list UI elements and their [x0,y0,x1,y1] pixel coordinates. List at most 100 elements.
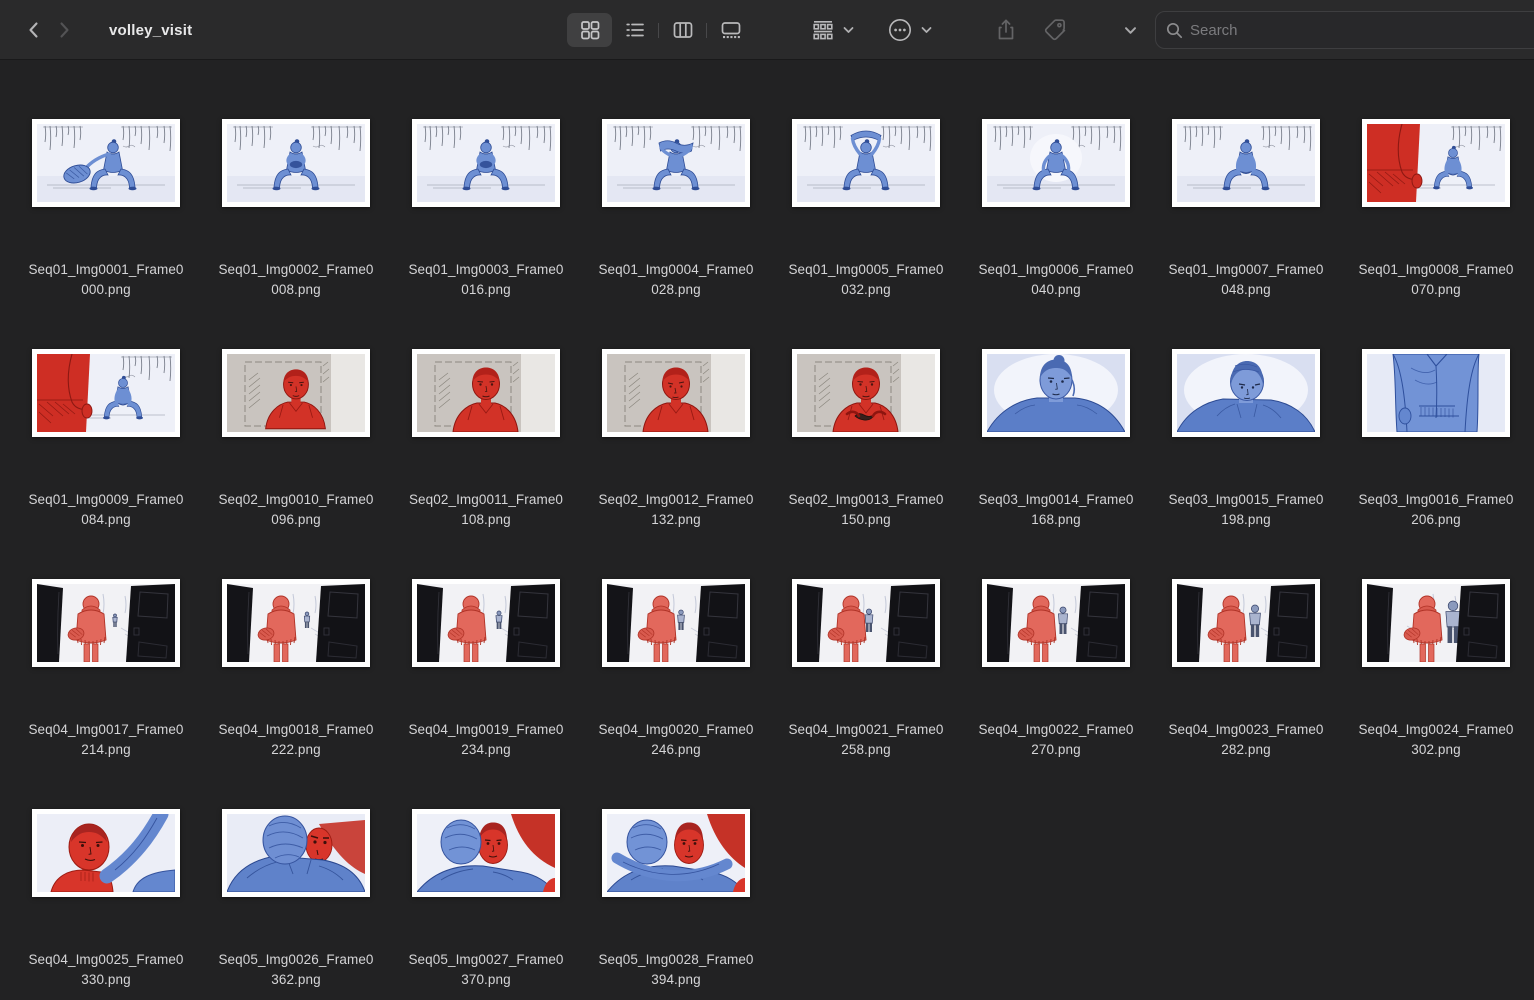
file-item[interactable]: Seq01_Img0007_Frame0048.png [1151,60,1341,290]
file-thumbnail[interactable] [792,579,940,667]
file-item[interactable]: Seq04_Img0022_Frame0270.png [961,520,1151,750]
list-view-icon [624,19,646,41]
file-item[interactable]: Seq01_Img0004_Frame0028.png [581,60,771,290]
group-by-button[interactable] [810,17,854,43]
file-thumbnail[interactable] [32,349,180,437]
view-mode-list-button[interactable] [612,13,657,47]
file-item[interactable]: Seq04_Img0023_Frame0282.png [1151,520,1341,750]
file-name[interactable]: Seq05_Img0026_Frame0362.png [218,950,373,990]
file-thumbnail[interactable] [982,119,1130,207]
tag-button[interactable] [1040,13,1070,47]
thumbnail-art [417,814,555,892]
thumbnail-art [1367,124,1505,202]
file-name[interactable]: Seq04_Img0024_Frame0302.png [1358,720,1513,760]
file-item[interactable]: Seq03_Img0014_Frame0168.png [961,290,1151,520]
tag-icon [1042,17,1068,43]
chevron-right-icon [54,20,74,40]
thumbnail-art [227,814,365,892]
file-thumbnail[interactable] [1172,579,1320,667]
chevron-left-icon [24,20,44,40]
file-item[interactable]: Seq05_Img0028_Frame0394.png [581,750,771,980]
toolbar-overflow-button[interactable] [1119,13,1141,47]
file-item[interactable]: Seq05_Img0027_Frame0370.png [391,750,581,980]
search-input[interactable] [1190,22,1534,39]
file-thumbnail[interactable] [982,579,1130,667]
file-item[interactable]: Seq01_Img0005_Frame0032.png [771,60,961,290]
folder-contents: Seq01_Img0001_Frame0000.png Seq01_Img000… [0,60,1534,1000]
file-item[interactable]: Seq01_Img0003_Frame0016.png [391,60,581,290]
file-item[interactable]: Seq02_Img0010_Frame0096.png [201,290,391,520]
chevron-down-icon [1124,26,1137,35]
segment-separator [706,23,707,38]
file-thumbnail[interactable] [222,809,370,897]
file-item[interactable]: Seq01_Img0002_Frame0008.png [201,60,391,290]
thumbnail-art [37,584,175,662]
file-item[interactable]: Seq01_Img0009_Frame0084.png [11,290,201,520]
thumbnail-art [607,124,745,202]
file-thumbnail[interactable] [792,119,940,207]
toolbar: volley_visit [0,0,1534,60]
file-item[interactable]: Seq05_Img0026_Frame0362.png [201,750,391,980]
file-item[interactable]: Seq04_Img0020_Frame0246.png [581,520,771,750]
view-mode-columns-button[interactable] [660,13,705,47]
file-thumbnail[interactable] [412,579,560,667]
file-item[interactable]: Seq02_Img0013_Frame0150.png [771,290,961,520]
file-name[interactable]: Seq04_Img0025_Frame0330.png [28,950,183,990]
file-thumbnail[interactable] [982,349,1130,437]
file-item[interactable]: Seq03_Img0015_Frame0198.png [1151,290,1341,520]
file-thumbnail[interactable] [32,809,180,897]
file-thumbnail[interactable] [792,349,940,437]
file-name[interactable]: Seq04_Img0022_Frame0270.png [978,720,1133,760]
file-thumbnail[interactable] [602,119,750,207]
file-thumbnail[interactable] [1362,119,1510,207]
file-item[interactable]: Seq01_Img0001_Frame0000.png [11,60,201,290]
file-thumbnail[interactable] [1172,349,1320,437]
forward-button[interactable] [49,13,79,47]
file-thumbnail[interactable] [1172,119,1320,207]
thumbnail-art [1177,584,1315,662]
view-mode-gallery-button[interactable] [708,13,753,47]
file-thumbnail[interactable] [1362,349,1510,437]
file-item[interactable]: Seq04_Img0021_Frame0258.png [771,520,961,750]
file-item[interactable]: Seq04_Img0017_Frame0214.png [11,520,201,750]
thumbnail-art [37,814,175,892]
file-item[interactable]: Seq04_Img0024_Frame0302.png [1341,520,1531,750]
back-button[interactable] [19,13,49,47]
thumbnail-art [607,584,745,662]
file-name[interactable]: Seq05_Img0028_Frame0394.png [598,950,753,990]
file-item[interactable]: Seq02_Img0012_Frame0132.png [581,290,771,520]
file-thumbnail[interactable] [222,119,370,207]
file-thumbnail[interactable] [32,119,180,207]
file-thumbnail[interactable] [412,119,560,207]
ellipsis-circle-icon [886,16,914,44]
file-item[interactable]: Seq04_Img0018_Frame0222.png [201,520,391,750]
file-thumbnail[interactable] [412,349,560,437]
file-thumbnail[interactable] [602,809,750,897]
view-mode-icons-button[interactable] [567,13,612,47]
share-icon [993,17,1019,43]
file-name[interactable]: Seq05_Img0027_Frame0370.png [408,950,563,990]
search-field[interactable] [1155,11,1534,49]
chevron-down-icon [921,26,932,34]
file-item[interactable]: Seq01_Img0006_Frame0040.png [961,60,1151,290]
file-thumbnail[interactable] [1362,579,1510,667]
more-actions-button[interactable] [886,16,932,44]
file-thumbnail[interactable] [222,349,370,437]
file-item[interactable]: Seq04_Img0025_Frame0330.png [11,750,201,980]
share-button[interactable] [991,13,1021,47]
thumbnail-art [37,124,175,202]
file-item[interactable]: Seq04_Img0019_Frame0234.png [391,520,581,750]
file-item[interactable]: Seq01_Img0008_Frame0070.png [1341,60,1531,290]
file-item[interactable]: Seq03_Img0016_Frame0206.png [1341,290,1531,520]
file-name[interactable]: Seq04_Img0023_Frame0282.png [1168,720,1323,760]
file-name[interactable]: Seq04_Img0021_Frame0258.png [788,720,943,760]
file-item[interactable]: Seq02_Img0011_Frame0108.png [391,290,581,520]
file-thumbnail[interactable] [602,349,750,437]
file-thumbnail[interactable] [412,809,560,897]
thumbnail-art [227,584,365,662]
segment-separator [658,23,659,38]
file-thumbnail[interactable] [32,579,180,667]
file-thumbnail[interactable] [602,579,750,667]
file-thumbnail[interactable] [222,579,370,667]
thumbnail-art [417,124,555,202]
